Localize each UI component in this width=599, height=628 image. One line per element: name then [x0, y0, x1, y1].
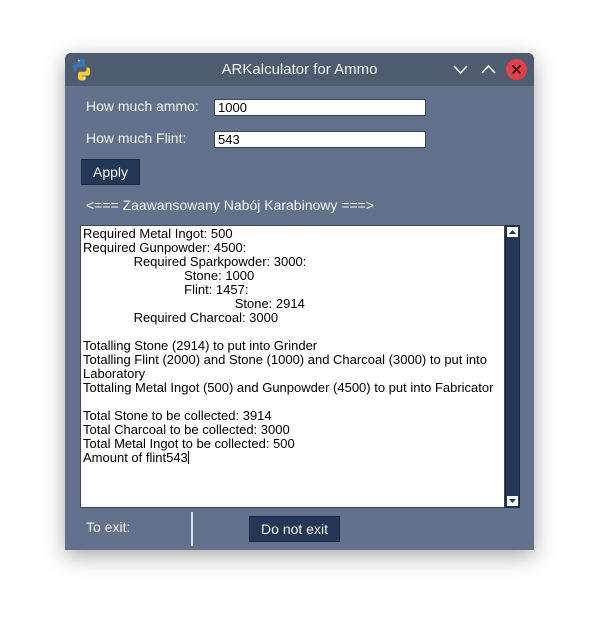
- close-icon: [511, 64, 522, 75]
- close-button[interactable]: [506, 59, 527, 80]
- output-line: Required Sparkpowder: 3000:: [83, 254, 307, 269]
- output-line: Totalling Flint (2000) and Stone (1000) …: [83, 352, 487, 381]
- output-line: Required Gunpowder: 4500:: [83, 240, 247, 255]
- output-scrollbar[interactable]: [505, 225, 520, 508]
- text-caret: [187, 451, 189, 464]
- ammo-label: How much ammo:: [86, 98, 199, 114]
- footer-divider: [191, 512, 193, 546]
- output-textarea[interactable]: Required Metal Ingot: 500 Required Gunpow…: [80, 225, 505, 508]
- exit-label: To exit:: [86, 519, 131, 535]
- flint-input[interactable]: 543: [214, 131, 426, 148]
- output-line: Flint: 1457:: [83, 282, 249, 297]
- scroll-down-arrow-icon[interactable]: [507, 496, 518, 506]
- scroll-up-arrow-icon[interactable]: [507, 227, 518, 237]
- output-line: Total Metal Ingot to be collected: 500: [83, 436, 295, 451]
- ammo-input[interactable]: 1000: [214, 99, 426, 116]
- titlebar[interactable]: ARKalculator for Ammo: [65, 53, 534, 86]
- output-line: Totalling Stone (2914) to put into Grind…: [83, 338, 318, 353]
- do-not-exit-button[interactable]: Do not exit: [249, 516, 340, 542]
- output-line: Total Stone to be collected: 3914: [83, 408, 272, 423]
- chevron-up-icon[interactable]: [478, 59, 499, 80]
- output-line: Required Charcoal: 3000: [83, 310, 279, 325]
- output-line: Required Metal Ingot: 500: [83, 226, 233, 241]
- output-line: Amount of flint543: [83, 450, 189, 465]
- output-line: Stone: 2914: [83, 296, 305, 311]
- output-line: Total Charcoal to be collected: 3000: [83, 422, 290, 437]
- output-line: Tottaling Metal Ingot (500) and Gunpowde…: [83, 380, 494, 395]
- app-window: ARKalculator for Ammo How much ammo: 100…: [65, 53, 534, 550]
- output-line: Stone: 1000: [83, 268, 255, 283]
- apply-button[interactable]: Apply: [81, 159, 140, 185]
- flint-label: How much Flint:: [86, 130, 187, 146]
- ammo-type-label: <=== Zaawansowany Nabój Karabinowy ===>: [86, 197, 374, 213]
- chevron-down-icon[interactable]: [450, 59, 471, 80]
